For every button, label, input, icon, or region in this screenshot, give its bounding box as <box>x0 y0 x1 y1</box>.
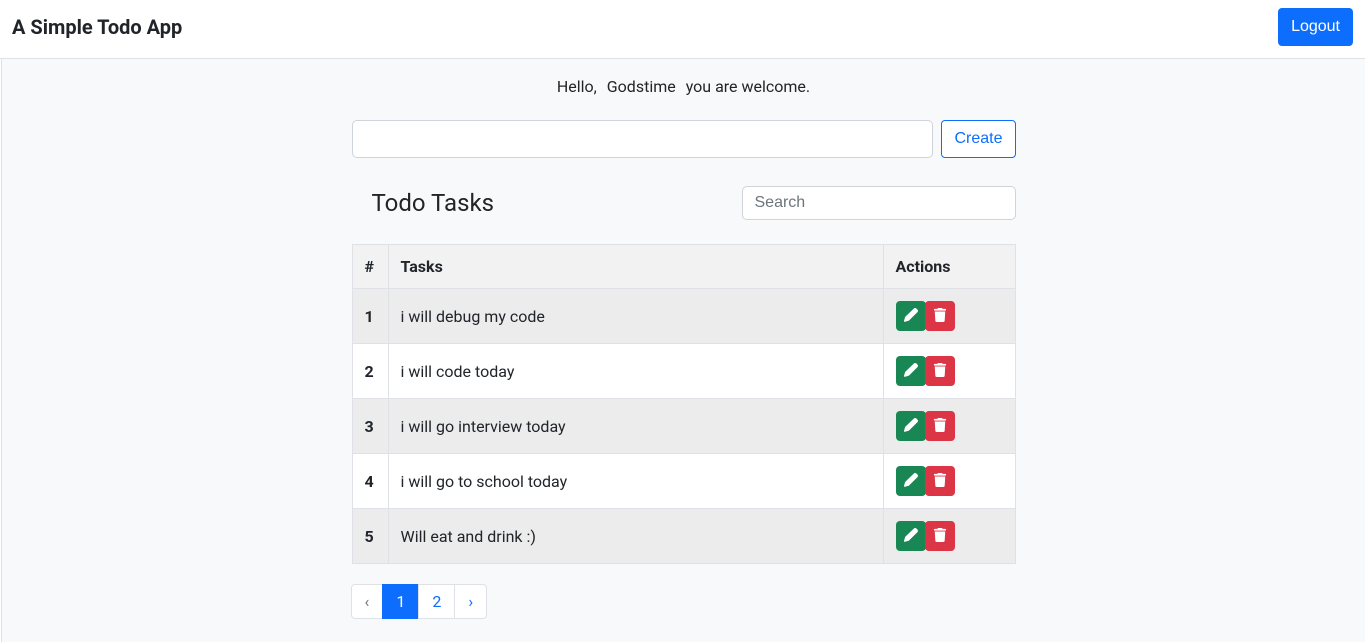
row-task: i will go to school today <box>388 454 883 509</box>
row-actions <box>883 509 1015 564</box>
pagination-page-link[interactable]: 2 <box>418 584 455 619</box>
table-row: 5Will eat and drink :) <box>352 509 1015 564</box>
delete-button[interactable] <box>925 411 955 441</box>
table-header-tasks: Tasks <box>388 245 883 289</box>
table-header-num: # <box>352 245 388 289</box>
pagination-next[interactable]: › <box>454 584 487 619</box>
logout-button[interactable]: Logout <box>1278 8 1353 46</box>
pencil-icon <box>904 308 918 325</box>
delete-button[interactable] <box>925 521 955 551</box>
pagination-prev-link[interactable]: ‹ <box>351 584 384 619</box>
row-actions <box>883 344 1015 399</box>
tasks-table: # Tasks Actions 1i will debug my code2i … <box>352 244 1016 564</box>
edit-button[interactable] <box>896 301 926 331</box>
create-form: Create <box>352 120 1016 158</box>
pencil-icon <box>904 473 918 490</box>
section-title: Todo Tasks <box>352 189 495 217</box>
edit-button[interactable] <box>896 521 926 551</box>
greeting-text: Hello, Godstime you are welcome. <box>2 77 1365 96</box>
navbar: A Simple Todo App Logout <box>0 0 1365 59</box>
table-row: 4i will go to school today <box>352 454 1015 509</box>
row-task: i will go interview today <box>388 399 883 454</box>
delete-button[interactable] <box>925 301 955 331</box>
section-header: Todo Tasks <box>352 186 1016 220</box>
pagination: ‹ 12 › <box>352 584 1016 619</box>
edit-button[interactable] <box>896 466 926 496</box>
table-row: 1i will debug my code <box>352 289 1015 344</box>
table-row: 2i will code today <box>352 344 1015 399</box>
delete-button[interactable] <box>925 466 955 496</box>
row-actions <box>883 399 1015 454</box>
edit-button[interactable] <box>896 356 926 386</box>
row-number: 2 <box>352 344 388 399</box>
row-number: 5 <box>352 509 388 564</box>
trash-icon <box>933 528 947 545</box>
row-task: i will code today <box>388 344 883 399</box>
trash-icon <box>933 308 947 325</box>
row-task: Will eat and drink :) <box>388 509 883 564</box>
trash-icon <box>933 418 947 435</box>
pagination-page-link[interactable]: 1 <box>382 584 419 619</box>
delete-button[interactable] <box>925 356 955 386</box>
app-title: A Simple Todo App <box>12 15 182 39</box>
table-header-row: # Tasks Actions <box>352 245 1015 289</box>
row-number: 1 <box>352 289 388 344</box>
row-actions <box>883 454 1015 509</box>
trash-icon <box>933 473 947 490</box>
pagination-prev[interactable]: ‹ <box>351 584 384 619</box>
greeting-prefix: Hello, <box>557 77 597 96</box>
create-button[interactable]: Create <box>941 120 1015 158</box>
pagination-page[interactable]: 2 <box>418 584 455 619</box>
greeting-username: Godstime <box>601 77 682 96</box>
pencil-icon <box>904 528 918 545</box>
row-number: 4 <box>352 454 388 509</box>
pencil-icon <box>904 363 918 380</box>
main-area: Hello, Godstime you are welcome. Create … <box>1 59 1365 642</box>
pagination-next-link[interactable]: › <box>454 584 487 619</box>
table-row: 3i will go interview today <box>352 399 1015 454</box>
pencil-icon <box>904 418 918 435</box>
create-task-input[interactable] <box>352 120 934 158</box>
search-input[interactable] <box>742 186 1016 220</box>
content-container: Create Todo Tasks # Tasks Actions 1i wil… <box>352 120 1016 619</box>
greeting-suffix: you are welcome. <box>686 77 810 96</box>
table-header-actions: Actions <box>883 245 1015 289</box>
edit-button[interactable] <box>896 411 926 441</box>
row-task: i will debug my code <box>388 289 883 344</box>
pagination-page[interactable]: 1 <box>382 584 419 619</box>
row-number: 3 <box>352 399 388 454</box>
trash-icon <box>933 363 947 380</box>
row-actions <box>883 289 1015 344</box>
